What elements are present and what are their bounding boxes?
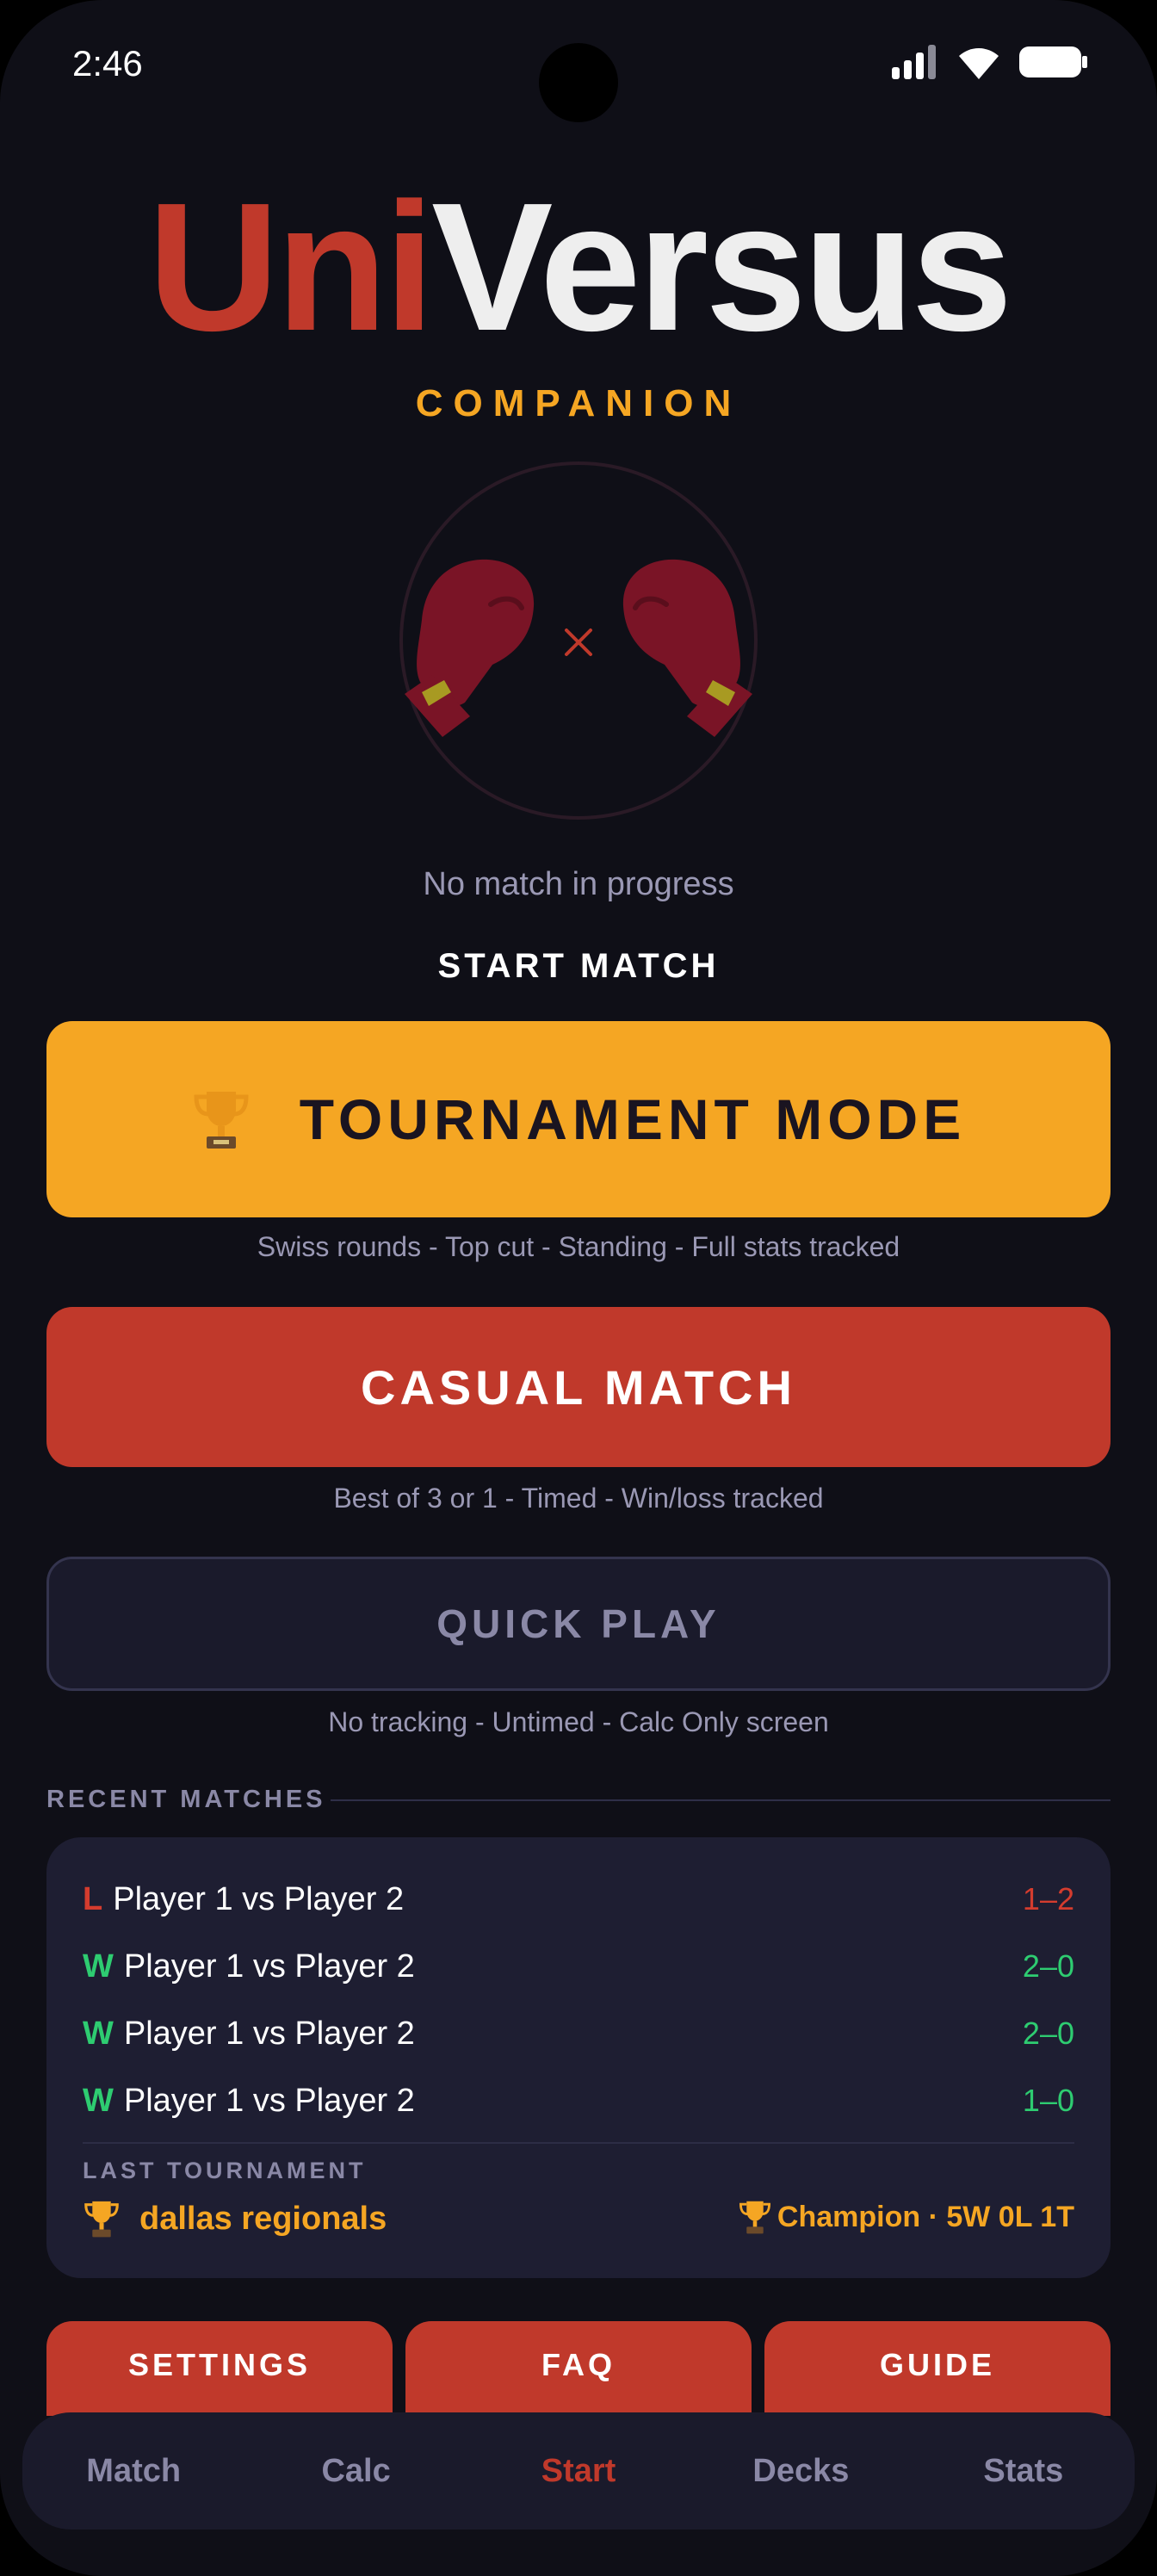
tournament-mode-button[interactable]: TOURNAMENT MODE bbox=[46, 1021, 1111, 1217]
settings-button[interactable]: SETTINGS bbox=[46, 2321, 393, 2416]
match-result: W bbox=[83, 2082, 114, 2119]
quick-play-button[interactable]: QUICK PLAY bbox=[46, 1557, 1111, 1691]
match-players: Player 1 vs Player 2 bbox=[123, 2015, 415, 2052]
tournament-caption: Swiss rounds - Top cut - Standing - Full… bbox=[257, 1231, 900, 1262]
match-players: Player 1 vs Player 2 bbox=[123, 1947, 415, 1985]
app-logo: UniVersus bbox=[0, 164, 1157, 370]
app-subtitle: COMPANION bbox=[415, 382, 742, 424]
match-result: L bbox=[83, 1880, 103, 1917]
casual-match-label: CASUAL MATCH bbox=[361, 1359, 796, 1415]
casual-match-button[interactable]: CASUAL MATCH bbox=[46, 1307, 1111, 1467]
quick-play-label: QUICK PLAY bbox=[436, 1601, 721, 1646]
nav-item-decks[interactable]: Decks bbox=[690, 2453, 912, 2490]
quick-play-caption: No tracking - Untimed - Calc Only screen bbox=[328, 1706, 829, 1737]
nav-item-stats[interactable]: Stats bbox=[913, 2453, 1135, 2490]
last-tournament-record: Champion · 5W 0L 1T bbox=[776, 2200, 1074, 2233]
list-item[interactable]: L Player 1 vs Player 2 1–2 bbox=[83, 1873, 1074, 1925]
list-item[interactable]: W Player 1 vs Player 2 2–0 bbox=[83, 1941, 1074, 1992]
battery-icon bbox=[1019, 46, 1087, 77]
match-players: Player 1 vs Player 2 bbox=[113, 1880, 405, 1917]
match-result: W bbox=[83, 2015, 114, 2052]
list-item[interactable]: W Player 1 vs Player 2 1–0 bbox=[83, 2075, 1074, 2127]
utility-buttons: SETTINGS FAQ GUIDE bbox=[46, 2321, 1111, 2416]
card-divider bbox=[83, 2142, 1074, 2144]
tournament-mode-label: TOURNAMENT MODE bbox=[299, 1087, 967, 1151]
casual-caption: Best of 3 or 1 - Timed - Win/loss tracke… bbox=[333, 1483, 824, 1514]
match-score: 1–0 bbox=[1022, 2083, 1074, 2118]
match-score: 2–0 bbox=[1022, 2016, 1074, 2051]
nav-item-start[interactable]: Start bbox=[467, 2453, 690, 2490]
recent-matches-card: L Player 1 vs Player 2 1–2 W Player 1 vs… bbox=[46, 1837, 1111, 2278]
bottom-nav: Match Calc Start Decks Stats bbox=[22, 2412, 1135, 2530]
trophy-icon bbox=[84, 2201, 119, 2238]
recent-matches-heading: RECENT MATCHES bbox=[46, 1786, 326, 1813]
nav-item-calc[interactable]: Calc bbox=[244, 2453, 467, 2490]
boxing-gloves-icon bbox=[399, 461, 758, 820]
match-score: 1–2 bbox=[1022, 1881, 1074, 1917]
last-tournament-result: Champion · 5W 0L 1T bbox=[738, 2199, 1074, 2235]
last-tournament-name[interactable]: dallas regionals bbox=[83, 2199, 387, 2239]
last-tournament-label: LAST TOURNAMENT bbox=[83, 2158, 367, 2183]
start-match-heading: START MATCH bbox=[437, 947, 720, 985]
match-players: Player 1 vs Player 2 bbox=[123, 2082, 415, 2119]
status-time: 2:46 bbox=[72, 43, 143, 84]
wifi-icon bbox=[959, 48, 999, 79]
nav-item-match[interactable]: Match bbox=[22, 2453, 244, 2490]
guide-button[interactable]: GUIDE bbox=[764, 2321, 1111, 2416]
last-tournament-title: dallas regionals bbox=[139, 2200, 387, 2237]
match-result: W bbox=[83, 1947, 114, 1985]
list-item[interactable]: W Player 1 vs Player 2 2–0 bbox=[83, 2008, 1074, 2059]
match-status-text: No match in progress bbox=[423, 866, 734, 902]
logo-uni: Uni bbox=[147, 164, 435, 368]
section-divider bbox=[331, 1799, 1111, 1801]
match-score: 2–0 bbox=[1022, 1948, 1074, 1984]
camera-cutout bbox=[539, 43, 618, 122]
logo-versus: Versus bbox=[431, 164, 1012, 368]
trophy-icon bbox=[739, 2201, 770, 2234]
app-screen: 2:46 UniVersus COMPANION No match in pro… bbox=[0, 0, 1157, 2576]
signal-icon bbox=[892, 45, 936, 79]
faq-button[interactable]: FAQ bbox=[405, 2321, 752, 2416]
status-icons bbox=[892, 45, 1088, 79]
trophy-icon bbox=[194, 1092, 249, 1149]
